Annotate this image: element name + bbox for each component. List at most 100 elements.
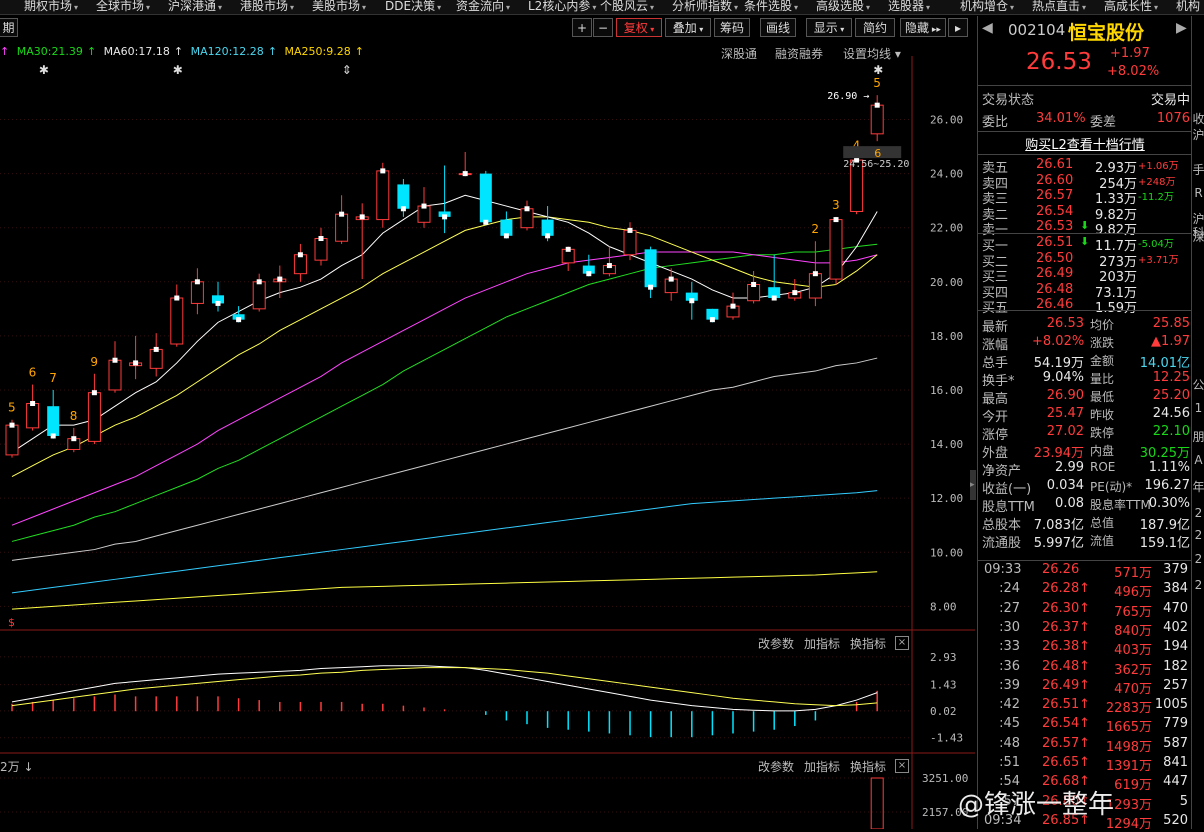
candle-close-dot	[503, 233, 509, 239]
stat-row-9: 收益(一) 0.034 PE(动)* 196.27	[978, 478, 1192, 497]
prev-stock-icon[interactable]: ◀	[982, 20, 993, 36]
buy-l2-link[interactable]: 购买L2查看十档行情	[978, 134, 1192, 153]
level-volume: 1.59万	[1095, 301, 1137, 316]
far-right-glyph: 朋	[1192, 430, 1204, 444]
candle-close-dot	[524, 206, 530, 212]
tick-time: :42	[999, 697, 1020, 713]
candle-close-dot	[297, 252, 303, 258]
tick-count: 257	[1163, 677, 1188, 693]
chart-annotations: 56 789234526.90 →24.56~25.206✱ ✱ ⇕ ✱$	[8, 63, 909, 629]
count-marker: 6	[874, 147, 881, 160]
candle-close-dot	[668, 276, 674, 282]
ma60-line	[11, 357, 878, 561]
count-marker: 9	[90, 355, 98, 369]
count-marker: 6	[29, 366, 37, 380]
tick-time: :27	[999, 600, 1020, 616]
candle-close-dot	[648, 284, 654, 290]
tick-time: :45	[999, 716, 1020, 732]
orderbook-divider	[978, 233, 1192, 234]
sell1-arrow-icon: ⬇	[1080, 219, 1090, 232]
kline-chart[interactable]: 2.93 1.43 0.02 -1.43 3251.002157.00 26.00 24…	[0, 0, 975, 829]
candle-body	[293, 254, 307, 275]
stat-label: 股息率TTM	[1090, 498, 1151, 512]
tick-price: 26.48	[1042, 658, 1080, 674]
weicha-label: 委差	[1090, 115, 1117, 130]
level-price: 26.54	[1036, 203, 1074, 219]
macd-tick-label: 2.93	[930, 651, 957, 664]
candle-body	[870, 104, 884, 135]
price-tick-label: 12.00	[930, 492, 963, 505]
stat-label: 总值	[1090, 516, 1115, 530]
stat-label: 跌停	[1090, 426, 1115, 440]
candle-body	[644, 249, 657, 288]
next-stock-icon[interactable]: ▶	[1176, 20, 1187, 36]
far-right-glyph: R	[1194, 186, 1203, 200]
buy-level-4: 买五 26.46 1.59万	[978, 297, 1192, 316]
tick-count: 587	[1163, 735, 1188, 751]
current-price: 26.53	[1026, 49, 1092, 75]
stat-row-10: 股息TTM 0.08 股息率TTM 0.30%	[978, 496, 1192, 515]
tick-row: :48 26.57 ↑ 1498万 587	[978, 735, 1192, 755]
stat-row-7: 外盘 23.94万 内盘 30.25万	[978, 442, 1192, 461]
candle-close-dot	[462, 171, 468, 177]
level-delta: +3.71万	[1138, 254, 1179, 266]
stat-value: +8.02%	[1032, 334, 1085, 349]
tick-up-arrow-icon: ↑	[1079, 755, 1090, 770]
stat-value: 24.56	[1152, 406, 1190, 421]
tick-count: 379	[1163, 562, 1188, 577]
top-menu-item-14[interactable]: 热点直击 ▾	[1032, 0, 1086, 14]
stat-value: 26.53	[1046, 316, 1084, 331]
price-tick-label: 24.00	[930, 168, 963, 181]
price-tick-label: 14.00	[930, 438, 963, 451]
tick-volume: 1665万	[1105, 720, 1152, 736]
candle-close-dot	[792, 290, 798, 296]
tick-volume: 1498万	[1105, 739, 1152, 755]
level-price: 26.51	[1036, 235, 1074, 250]
candle-close-dot	[421, 203, 427, 209]
panel-collapse-handle[interactable]: ▸	[970, 470, 976, 500]
candle-close-dot	[256, 279, 262, 285]
ma120-line	[11, 490, 878, 594]
tick-volume: 1391万	[1105, 759, 1152, 774]
top-menu-item-15[interactable]: 高成长性 ▾	[1104, 0, 1158, 14]
macd-panel: 2.93 1.43 0.02 -1.43	[0, 651, 963, 745]
tick-count: 447	[1163, 774, 1188, 790]
tick-count: 779	[1163, 716, 1188, 732]
stat-value: 23.94万	[1033, 446, 1084, 461]
tick-volume: 496万	[1114, 585, 1152, 601]
tick-volume: 470万	[1114, 681, 1152, 697]
tick-row: :51 26.65 ↑ 1391万 841	[978, 755, 1192, 774]
candle-body	[149, 348, 163, 369]
tick-up-arrow-icon: ↑	[1079, 735, 1090, 751]
candle-body	[314, 238, 328, 261]
price-tick-label: 26.00	[930, 114, 963, 127]
tick-time: :51	[999, 755, 1020, 770]
stat-label: 净资产	[982, 464, 1022, 479]
candle-body	[335, 213, 349, 242]
candle-close-dot	[442, 214, 448, 220]
stat-row-11: 总股本 7.083亿 总值 187.9亿	[978, 514, 1192, 533]
tick-time: :33	[999, 639, 1020, 655]
s-marker: $	[8, 616, 15, 629]
candle-close-dot	[133, 360, 139, 366]
candle-close-dot	[627, 227, 633, 233]
tick-price: 26.37	[1042, 619, 1080, 635]
tick-up-arrow-icon: ↑	[1079, 619, 1090, 635]
price-tick-label: 10.00	[930, 546, 963, 559]
tick-up-arrow-icon: ↑	[1079, 697, 1090, 713]
far-right-glyph: 2	[1194, 578, 1203, 592]
level-label: 买五	[982, 301, 1009, 316]
count-marker: 5	[8, 401, 16, 415]
chart-grid	[0, 56, 975, 829]
candle-body	[623, 229, 637, 256]
level-delta: -11.2万	[1138, 192, 1174, 203]
candle-body	[808, 273, 822, 299]
tick-up-arrow-icon: ↑	[1079, 600, 1090, 616]
stat-row-8: 净资产 2.99 ROE 1.11%	[978, 460, 1192, 479]
stat-label: 金额	[1090, 354, 1115, 368]
candle-body	[5, 424, 19, 456]
stat-label: 总股本	[982, 518, 1022, 533]
candle-close-dot	[874, 102, 880, 108]
top-menu-item-16[interactable]: 机构	[1176, 0, 1200, 14]
far-right-glyph: 收	[1192, 112, 1204, 126]
